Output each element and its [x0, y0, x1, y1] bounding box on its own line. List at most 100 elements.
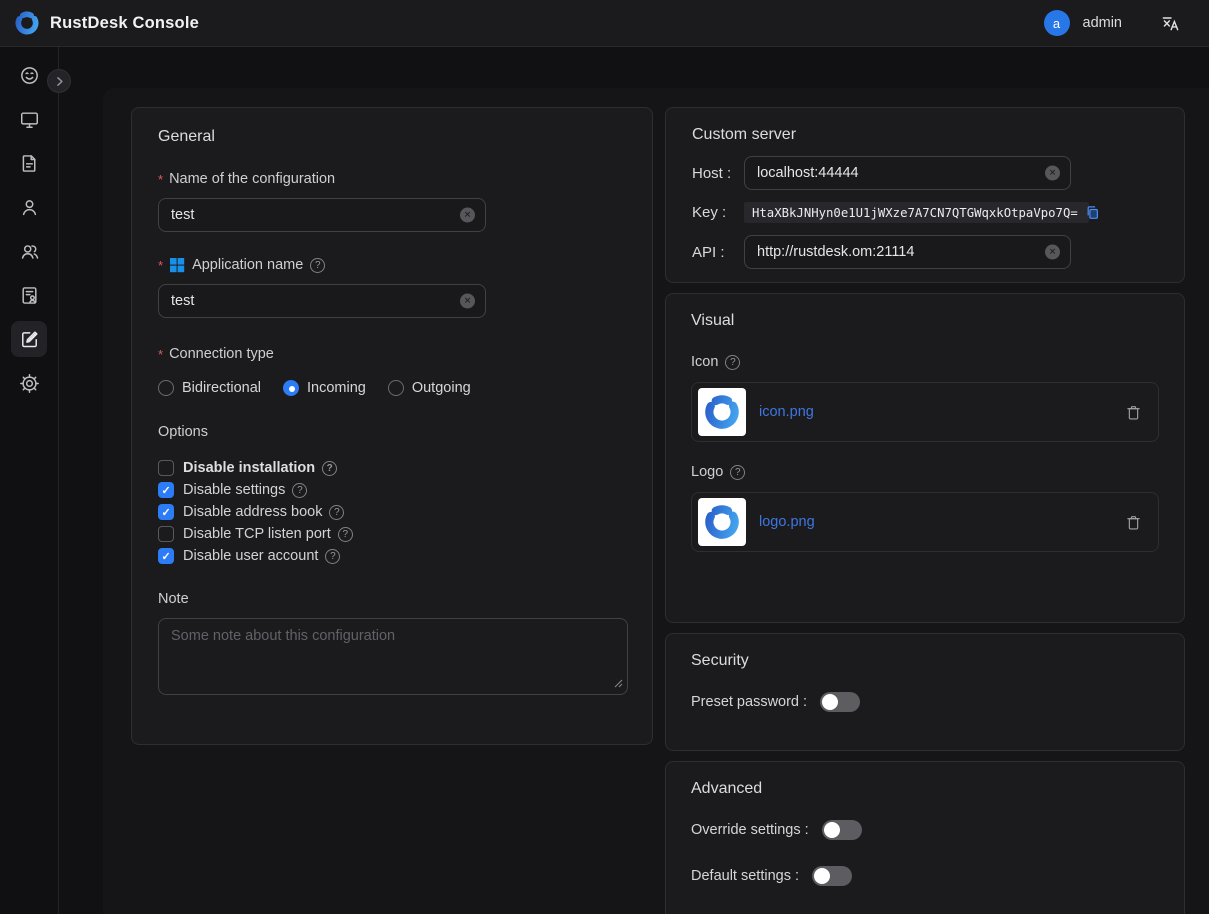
checkbox[interactable]	[158, 526, 174, 542]
logo-label: Logo	[691, 464, 723, 480]
icon-label: Icon	[691, 354, 718, 370]
radio-bidirectional[interactable]: Bidirectional	[158, 380, 261, 396]
resize-grip-icon[interactable]	[613, 675, 623, 693]
host-label: Host :	[692, 165, 744, 182]
main-content: General * Name of the configuration ✕ *	[103, 88, 1209, 914]
visual-title: Visual	[691, 312, 1159, 330]
app-name-label-row: * Application name ?	[158, 257, 626, 273]
help-icon[interactable]: ?	[322, 461, 337, 476]
icon-file-link[interactable]: icon.png	[759, 404, 814, 420]
help-icon[interactable]: ?	[325, 549, 340, 564]
radio-circle[interactable]	[283, 380, 299, 396]
override-settings-toggle[interactable]	[822, 820, 862, 840]
sidebar-item-settings[interactable]	[11, 365, 47, 401]
key-value-strip: HtaXBkJNHyn0e1U1jWXze7A7CN7QTGWqxkOtpaVp…	[744, 202, 1089, 223]
option-disable-settings[interactable]: Disable settings ?	[158, 479, 626, 501]
chevron-right-icon	[53, 75, 66, 88]
general-card: General * Name of the configuration ✕ *	[131, 107, 653, 745]
required-mark: *	[158, 258, 163, 273]
sidebar-item-audit[interactable]	[11, 277, 47, 313]
help-icon[interactable]: ?	[292, 483, 307, 498]
trash-icon[interactable]	[1125, 514, 1142, 531]
checkbox[interactable]	[158, 482, 174, 498]
app-title: RustDesk Console	[50, 14, 199, 33]
config-name-label-row: * Name of the configuration	[158, 171, 626, 187]
username[interactable]: admin	[1083, 15, 1123, 31]
note-textarea[interactable]	[158, 618, 628, 695]
sidebar-item-console-edit[interactable]	[11, 321, 47, 357]
radio-incoming[interactable]: Incoming	[283, 380, 366, 396]
custom-server-title: Custom server	[692, 126, 1158, 144]
preset-password-toggle[interactable]	[820, 692, 860, 712]
options-label: Options	[158, 424, 626, 440]
checkbox[interactable]	[158, 504, 174, 520]
clear-icon[interactable]: ✕	[1045, 245, 1060, 260]
security-title: Security	[691, 652, 1159, 670]
help-icon[interactable]: ?	[329, 505, 344, 520]
topbar: RustDesk Console a admin	[0, 0, 1209, 47]
connection-type-label: Connection type	[169, 346, 274, 362]
sidebar	[0, 47, 59, 914]
connection-type-radio-group: Bidirectional Incoming Outgoing	[158, 380, 626, 396]
clear-icon[interactable]: ✕	[1045, 166, 1060, 181]
key-row: Key : HtaXBkJNHyn0e1U1jWXze7A7CN7QTGWqxk…	[692, 202, 1158, 223]
avatar[interactable]: a	[1044, 10, 1070, 36]
help-icon[interactable]: ?	[725, 355, 740, 370]
override-settings-row: Override settings :	[691, 820, 1159, 840]
connection-type-label-row: * Connection type	[158, 346, 626, 362]
sidebar-item-users[interactable]	[11, 189, 47, 225]
copy-icon[interactable]	[1085, 205, 1100, 220]
custom-server-card: Custom server Host : ✕ Key : HtaXBkJNHyn…	[665, 107, 1185, 283]
option-disable-tcp-listen-port[interactable]: Disable TCP listen port ?	[158, 523, 626, 545]
app-name-input[interactable]	[158, 284, 486, 318]
default-settings-label: Default settings :	[691, 868, 799, 884]
brand: RustDesk Console	[14, 10, 199, 36]
sidebar-item-devices[interactable]	[11, 101, 47, 137]
audit-log-icon	[19, 285, 40, 306]
logo-upload-box: logo.png	[691, 492, 1159, 552]
radio-circle[interactable]	[388, 380, 404, 396]
settings-gear-icon	[19, 373, 40, 394]
checkbox[interactable]	[158, 460, 174, 476]
preset-password-row: Preset password :	[691, 692, 1159, 712]
icon-thumbnail	[698, 388, 746, 436]
help-icon[interactable]: ?	[730, 465, 745, 480]
smiley-icon	[19, 65, 40, 86]
logo-label-row: Logo ?	[691, 464, 1159, 480]
option-disable-address-book[interactable]: Disable address book ?	[158, 501, 626, 523]
preset-password-label: Preset password :	[691, 694, 807, 710]
sidebar-item-groups[interactable]	[11, 233, 47, 269]
help-icon[interactable]: ?	[310, 258, 325, 273]
sidebar-item-logs[interactable]	[11, 145, 47, 181]
help-icon[interactable]: ?	[338, 527, 353, 542]
checkbox[interactable]	[158, 548, 174, 564]
api-input[interactable]	[744, 235, 1071, 269]
config-name-label: Name of the configuration	[169, 171, 335, 187]
clear-icon[interactable]: ✕	[460, 294, 475, 309]
api-label: API :	[692, 244, 744, 261]
default-settings-toggle[interactable]	[812, 866, 852, 886]
option-disable-installation[interactable]: Disable installation ?	[158, 457, 626, 479]
note-label: Note	[158, 591, 626, 607]
logo-thumbnail	[698, 498, 746, 546]
advanced-title: Advanced	[691, 780, 1159, 798]
clear-icon[interactable]: ✕	[460, 208, 475, 223]
document-icon	[19, 153, 40, 174]
api-row: API : ✕	[692, 235, 1158, 269]
config-name-input[interactable]	[158, 198, 486, 232]
sidebar-expand-button[interactable]	[47, 69, 71, 93]
radio-outgoing[interactable]: Outgoing	[388, 380, 471, 396]
host-input[interactable]	[744, 156, 1071, 190]
language-translate-icon[interactable]	[1159, 12, 1181, 34]
sidebar-item-status[interactable]	[11, 57, 47, 93]
icon-label-row: Icon ?	[691, 354, 1159, 370]
users-icon	[19, 241, 40, 262]
logo-file-link[interactable]: logo.png	[759, 514, 815, 530]
radio-circle[interactable]	[158, 380, 174, 396]
option-disable-user-account[interactable]: Disable user account ?	[158, 545, 626, 567]
trash-icon[interactable]	[1125, 404, 1142, 421]
general-title: General	[158, 128, 626, 146]
security-card: Security Preset password :	[665, 633, 1185, 751]
key-label: Key :	[692, 204, 744, 221]
required-mark: *	[158, 172, 163, 187]
